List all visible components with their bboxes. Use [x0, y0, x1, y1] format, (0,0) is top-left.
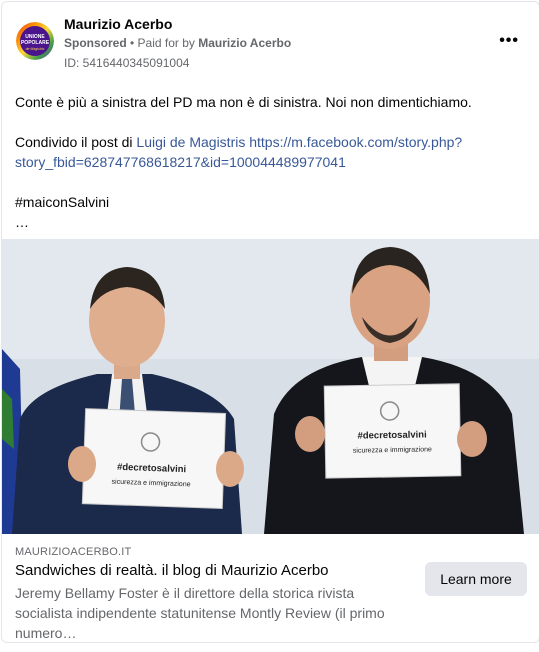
logo-line2: POPOLARE: [21, 40, 50, 46]
post-text-line2: Condivido il post di Luigi de Magistris …: [15, 132, 520, 172]
logo-line3: de Magistris: [26, 47, 45, 51]
sponsor-line: Sponsored • Paid for by Maurizio Acerbo: [64, 36, 291, 50]
link-domain: MAURIZIOACERBO.IT: [15, 546, 132, 558]
ad-id: ID: 5416440345091004: [64, 56, 190, 70]
link-title[interactable]: Sandwiches di realtà. il blog di Maurizi…: [15, 562, 415, 579]
link-description: Jeremy Bellamy Foster è il direttore del…: [15, 585, 385, 641]
page-name-link[interactable]: Maurizio Acerbo: [64, 16, 172, 32]
unione-popolare-logo: UNIONE POPOLARE de Magistris: [16, 22, 54, 60]
right-sign-subtitle: sicurezza e immigrazione: [353, 446, 432, 454]
author-link[interactable]: Luigi de Magistris: [136, 134, 245, 150]
more-options-icon[interactable]: •••: [499, 32, 519, 50]
post-header: UNIONE POPOLARE de Magistris Maurizio Ac…: [2, 2, 539, 82]
post-text: Conte è più a sinistra del PD ma non è d…: [15, 92, 520, 232]
post-text-line1: Conte è più a sinistra del PD ma non è d…: [15, 94, 472, 110]
sponsored-label: Sponsored: [64, 36, 127, 50]
story-url-link[interactable]: https://m.facebook.com/story.php?: [249, 134, 462, 150]
page-avatar[interactable]: UNIONE POPOLARE de Magistris: [16, 22, 54, 60]
press-conference-photo: #decretosalvini sicurezza e immigrazione…: [2, 239, 539, 534]
learn-more-button[interactable]: Learn more: [425, 562, 527, 596]
link-preview[interactable]: MAURIZIOACERBO.IT Sandwiches di realtà. …: [2, 534, 539, 642]
right-sign-hashtag: #decretosalvini: [357, 429, 426, 441]
paid-for-prefix: • Paid for by: [126, 36, 199, 50]
see-more-ellipsis[interactable]: …: [15, 212, 520, 232]
hashtag[interactable]: #maiconSalvini: [15, 192, 520, 212]
post-image[interactable]: #decretosalvini sicurezza e immigrazione…: [2, 239, 539, 534]
paid-for-name[interactable]: Maurizio Acerbo: [198, 36, 291, 50]
share-prefix: Condivido il post di: [15, 134, 137, 150]
story-url-link-cont[interactable]: story_fbid=628747768618217&id=1000444899…: [15, 154, 346, 170]
sponsored-post-card: UNIONE POPOLARE de Magistris Maurizio Ac…: [1, 1, 539, 643]
